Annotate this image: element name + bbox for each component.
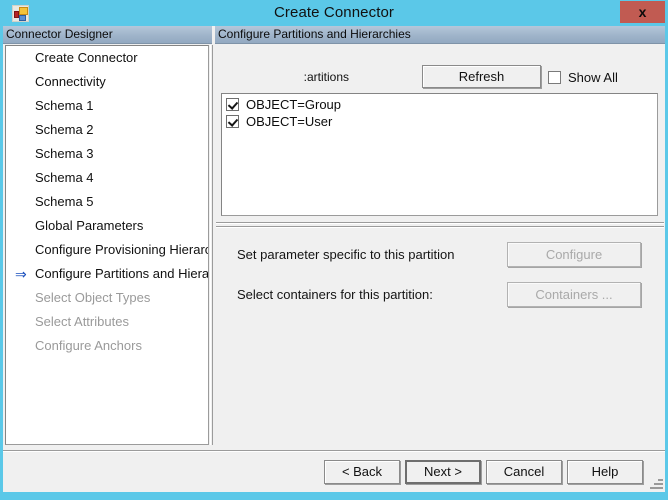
refresh-button[interactable]: Refresh xyxy=(422,65,541,88)
sidebar-item-schema-1[interactable]: Schema 1 xyxy=(6,94,208,118)
back-button[interactable]: < Back xyxy=(324,460,400,484)
sidebar-item-select-object-types: Select Object Types xyxy=(6,286,208,310)
list-item-label: OBJECT=Group xyxy=(246,97,342,112)
sidebar-item-label: Select Attributes xyxy=(35,314,129,329)
sidebar-item-label: Global Parameters xyxy=(35,218,144,233)
sidebar-item-schema-5[interactable]: Schema 5 xyxy=(6,190,208,214)
title-bar[interactable]: Create Connector x xyxy=(0,0,668,26)
sidebar-item-label: Configure Anchors xyxy=(35,338,142,353)
sidebar-item-create-connector[interactable]: Create Connector xyxy=(6,46,208,70)
sidebar-item-label: Configure Partitions and Hierarchies xyxy=(35,266,209,281)
dialog-client-area: Connector Designer Configure Partitions … xyxy=(3,26,665,492)
sidebar-item-schema-2[interactable]: Schema 2 xyxy=(6,118,208,142)
create-connector-dialog: Create Connector x Connector Designer Co… xyxy=(0,0,668,500)
configure-description: Set parameter specific to this partition xyxy=(237,247,455,262)
list-item-label: OBJECT=User xyxy=(246,114,333,129)
window-title: Create Connector xyxy=(274,4,394,21)
checkbox-checked-icon[interactable] xyxy=(226,98,239,111)
resize-grip[interactable] xyxy=(649,476,663,490)
next-button[interactable]: Next > xyxy=(405,460,481,484)
help-button[interactable]: Help xyxy=(567,460,643,484)
sidebar-item-schema-3[interactable]: Schema 3 xyxy=(6,142,208,166)
sidebar-item-configure-anchors: Configure Anchors xyxy=(6,334,208,358)
checkbox-checked-icon[interactable] xyxy=(226,115,239,128)
sidebar-item-configure-partitions-and-hierarchies[interactable]: ⇒ Configure Partitions and Hierarchies xyxy=(6,262,208,286)
partition-detail-pane: Set parameter specific to this partition… xyxy=(215,230,665,486)
footer-separator-highlight xyxy=(3,451,665,452)
containers-description: Select containers for this partition: xyxy=(237,287,433,302)
close-button[interactable]: x xyxy=(620,1,665,23)
sidebar-item-label: Schema 5 xyxy=(35,194,94,209)
sidebar-item-label: Create Connector xyxy=(35,50,138,65)
sidebar-item-select-attributes: Select Attributes xyxy=(6,310,208,334)
configure-partitions-pane: artitions: Refresh Show All OBJECT=Group… xyxy=(215,45,665,486)
cancel-button[interactable]: Cancel xyxy=(486,460,562,484)
partitions-list[interactable]: OBJECT=Group OBJECT=User xyxy=(221,93,658,216)
connector-designer-nav[interactable]: Create Connector Connectivity Schema 1 S… xyxy=(5,45,209,445)
horizontal-splitter[interactable] xyxy=(215,221,665,229)
vertical-splitter[interactable] xyxy=(209,45,214,445)
left-panel-header: Connector Designer xyxy=(3,26,212,44)
sidebar-item-label: Schema 4 xyxy=(35,170,94,185)
sidebar-item-label: Configure Provisioning Hierarchy xyxy=(35,242,209,257)
containers-button[interactable]: Containers ... xyxy=(507,282,641,307)
sidebar-item-label: Select Object Types xyxy=(35,290,151,305)
sidebar-item-configure-provisioning-hierarchy[interactable]: Configure Provisioning Hierarchy xyxy=(6,238,208,262)
show-all-label: Show All xyxy=(568,70,618,85)
right-panel-header: Configure Partitions and Hierarchies xyxy=(215,26,665,44)
partitions-label: artitions: xyxy=(303,70,349,84)
sidebar-item-label: Schema 2 xyxy=(35,122,94,137)
sidebar-item-label: Connectivity xyxy=(35,74,106,89)
sidebar-item-global-parameters[interactable]: Global Parameters xyxy=(6,214,208,238)
checkbox-box xyxy=(548,71,561,84)
list-item[interactable]: OBJECT=Group xyxy=(222,96,657,113)
sidebar-item-label: Schema 1 xyxy=(35,98,94,113)
list-item[interactable]: OBJECT=User xyxy=(222,113,657,130)
show-all-checkbox[interactable]: Show All xyxy=(548,69,618,86)
sidebar-item-schema-4[interactable]: Schema 4 xyxy=(6,166,208,190)
right-arrow-icon: ⇒ xyxy=(15,266,27,282)
configure-button[interactable]: Configure xyxy=(507,242,641,267)
sidebar-item-connectivity[interactable]: Connectivity xyxy=(6,70,208,94)
sidebar-item-label: Schema 3 xyxy=(35,146,94,161)
